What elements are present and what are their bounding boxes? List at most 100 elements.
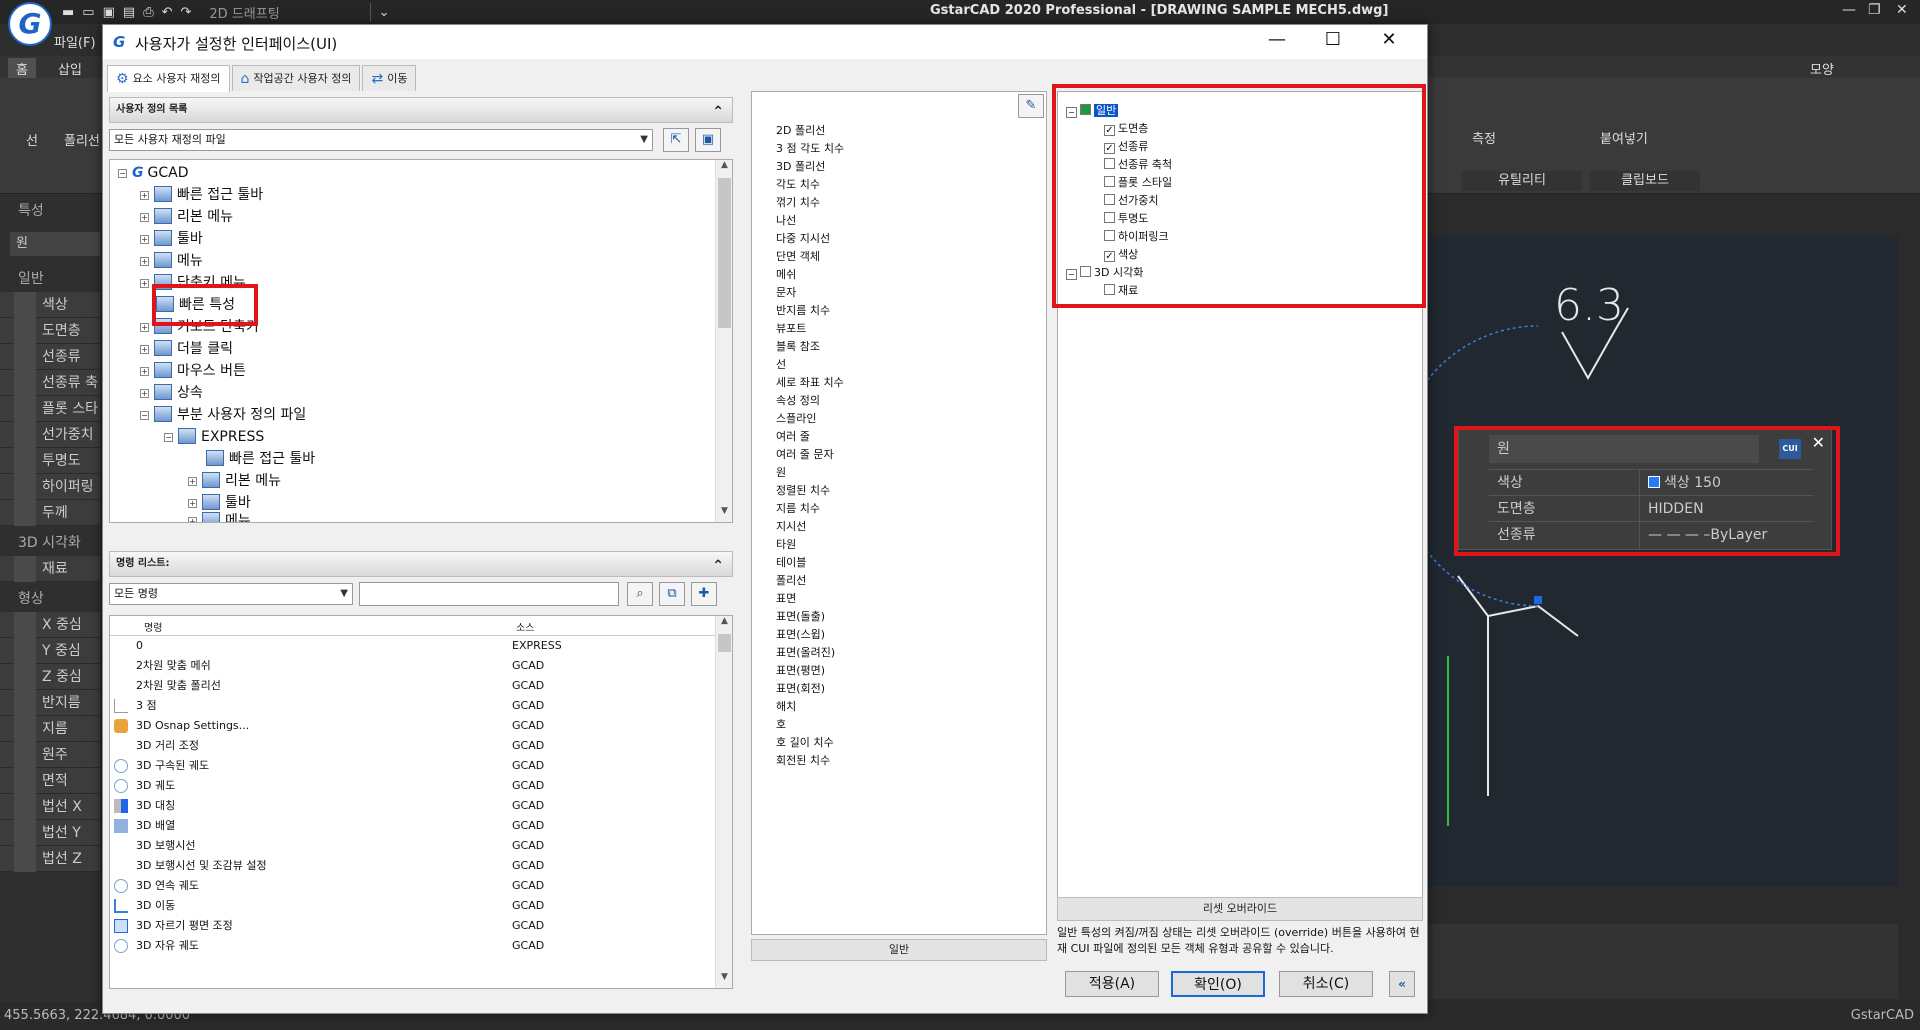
customize-toolbar-icon[interactable]: ⌄ — [379, 5, 390, 20]
palette-prop[interactable]: 두께 — [0, 500, 100, 526]
scroll-thumb[interactable] — [718, 178, 731, 328]
scroll-up-icon[interactable]: ▲ — [716, 160, 732, 176]
palette-prop[interactable]: 면적 — [0, 768, 100, 794]
expand-node-icon[interactable]: + — [140, 279, 149, 288]
collapse-node-icon[interactable]: − — [1066, 107, 1077, 118]
list-item[interactable]: 지시선 — [776, 518, 806, 536]
list-item[interactable]: 타원 — [776, 536, 796, 554]
list-item[interactable]: 테이블 — [776, 554, 806, 572]
dialog-minimize-icon[interactable]: — — [1265, 29, 1289, 50]
tab-transfer[interactable]: ⇄ 이동 — [362, 65, 417, 91]
ribbon-paste-button[interactable]: 붙여넣기 — [1600, 128, 1648, 147]
scroll-down-icon[interactable]: ▼ — [716, 506, 732, 522]
collapse-node-icon[interactable]: − — [1066, 269, 1077, 280]
table-row[interactable]: 3D 보행시선 GCAD — [110, 836, 732, 856]
tree-node[interactable]: + 빠른 접근 툴바 — [140, 184, 263, 206]
command-line[interactable] — [1428, 924, 1898, 999]
palette-prop[interactable]: 플롯 스타 — [0, 396, 100, 422]
save-as-icon[interactable]: ▤ — [123, 5, 135, 20]
close-icon[interactable]: ✕ — [1896, 2, 1908, 18]
tree-node-express[interactable]: − EXPRESS — [164, 426, 264, 448]
tree-node-root[interactable]: − G GCAD — [118, 162, 188, 184]
drawing-canvas[interactable]: 6.3 — [1397, 236, 1898, 886]
app-logo[interactable]: G — [8, 2, 52, 46]
palette-section-geometry[interactable]: 형상 — [0, 586, 100, 612]
palette-prop[interactable]: 법선 Y — [0, 820, 100, 846]
expand-node-icon[interactable]: + — [188, 499, 197, 508]
reset-override-button[interactable]: 리셋 오버라이드 — [1057, 897, 1423, 921]
scroll-up-icon[interactable]: ▲ — [716, 616, 732, 632]
prop-item[interactable]: 재료 — [1104, 282, 1138, 300]
list-item[interactable]: 폴리선 — [776, 572, 806, 590]
palette-prop[interactable]: 법선 X — [0, 794, 100, 820]
list-item[interactable]: 단면 객체 — [776, 248, 820, 266]
checkbox-unchecked[interactable] — [1104, 284, 1115, 295]
palette-section-general[interactable]: 일반 — [0, 266, 100, 292]
table-row[interactable]: 3D 거리 조정 GCAD — [110, 736, 732, 756]
ribbon-measure-button[interactable]: 측정 — [1472, 128, 1496, 147]
list-item[interactable]: 꺾기 치수 — [776, 194, 820, 212]
column-command[interactable]: 명령 — [144, 619, 162, 634]
qp-row-layer[interactable]: 도면층 HIDDEN — [1489, 495, 1813, 522]
palette-prop[interactable]: 반지름 — [0, 690, 100, 716]
list-item[interactable]: 지름 치수 — [776, 500, 820, 518]
scroll-thumb[interactable] — [718, 634, 731, 652]
list-item[interactable]: 3D 폴리선 — [776, 158, 825, 176]
prop-group-general[interactable]: − 일반 — [1066, 102, 1119, 120]
list-item[interactable]: 여러 줄 문자 — [776, 446, 834, 464]
minimize-icon[interactable]: — — [1842, 2, 1856, 18]
palette-section-3d[interactable]: 3D 시각화 — [0, 530, 100, 556]
list-item[interactable]: 선 — [776, 356, 786, 374]
open-cui-file-button[interactable]: ⇱ — [663, 128, 689, 152]
group-checkbox[interactable] — [1080, 104, 1091, 115]
tree-scrollbar[interactable]: ▲ ▼ — [715, 160, 732, 522]
expand-node-icon[interactable]: + — [140, 213, 149, 222]
tree-node-quick-properties[interactable]: 빠른 특성 — [156, 294, 235, 316]
tree-node[interactable]: + 키보드 단축키 — [140, 316, 259, 338]
checkbox-unchecked[interactable] — [1104, 176, 1115, 187]
collapse-node-icon[interactable]: − — [140, 411, 149, 420]
checkbox-checked[interactable]: ✓ — [1104, 125, 1115, 136]
checkbox-unchecked[interactable] — [1104, 212, 1115, 223]
list-item[interactable]: 회전된 치수 — [776, 752, 830, 770]
list-item[interactable]: 표면(평면) — [776, 662, 825, 680]
list-item[interactable]: 다중 지시선 — [776, 230, 830, 248]
expand-node-icon[interactable]: + — [188, 517, 197, 522]
list-item[interactable]: 표면(스윕) — [776, 626, 825, 644]
table-row[interactable]: 3D 이동 GCAD — [110, 896, 732, 916]
tree-node[interactable]: + 리본 메뉴 — [188, 470, 281, 492]
tree-node[interactable]: + 마우스 버튼 — [140, 360, 246, 382]
checkbox-checked[interactable]: ✓ — [1104, 251, 1115, 262]
command-list-header[interactable]: 명령 리스트: ⌃ — [109, 551, 733, 577]
list-item[interactable]: 해치 — [776, 698, 796, 716]
qp-close-icon[interactable]: ✕ — [1812, 433, 1825, 452]
expand-node-icon[interactable]: + — [140, 367, 149, 376]
command-list-scrollbar[interactable]: ▲ ▼ — [715, 616, 732, 988]
checkbox-checked[interactable]: ✓ — [1104, 143, 1115, 154]
tree-node[interactable]: 빠른 접근 툴바 — [206, 448, 315, 470]
table-row[interactable]: 3D 연속 궤도 GCAD — [110, 876, 732, 896]
list-item[interactable]: 나선 — [776, 212, 796, 230]
list-item[interactable]: 뷰포트 — [776, 320, 806, 338]
group-checkbox[interactable] — [1080, 266, 1091, 277]
list-item[interactable]: 호 길이 치수 — [776, 734, 834, 752]
qp-cui-button[interactable]: CUI — [1779, 439, 1801, 459]
tree-node[interactable]: − 부분 사용자 정의 파일 — [140, 404, 306, 426]
palette-prop[interactable]: 지름 — [0, 716, 100, 742]
tree-node[interactable]: + 단축키 메뉴 — [140, 272, 246, 294]
expand-node-icon[interactable]: + — [140, 257, 149, 266]
dialog-maximize-icon[interactable]: ☐ — [1321, 29, 1345, 50]
edit-object-types-button[interactable]: ✎ — [1018, 94, 1044, 118]
apply-button[interactable]: 적용(A) — [1065, 971, 1159, 997]
tab-customize-workspace[interactable]: ⌂ 작업공간 사용자 정의 — [231, 65, 361, 91]
command-search-input[interactable] — [359, 582, 619, 606]
prop-item[interactable]: 하이퍼링크 — [1104, 228, 1169, 246]
tab-customize-elements[interactable]: ⚙ 요소 사용자 재정의 — [107, 65, 230, 92]
palette-prop[interactable]: X 중심 — [0, 612, 100, 638]
table-row[interactable]: 3D 자유 궤도 GCAD — [110, 936, 732, 956]
list-item[interactable]: 세로 좌표 치수 — [776, 374, 844, 392]
palette-prop[interactable]: 재료 — [0, 556, 100, 582]
table-row[interactable]: 2차원 맞춤 폴리선 GCAD — [110, 676, 732, 696]
list-item[interactable]: 3 점 각도 치수 — [776, 140, 844, 158]
workspace-combo[interactable]: 2D 드래프팅 — [209, 2, 371, 22]
